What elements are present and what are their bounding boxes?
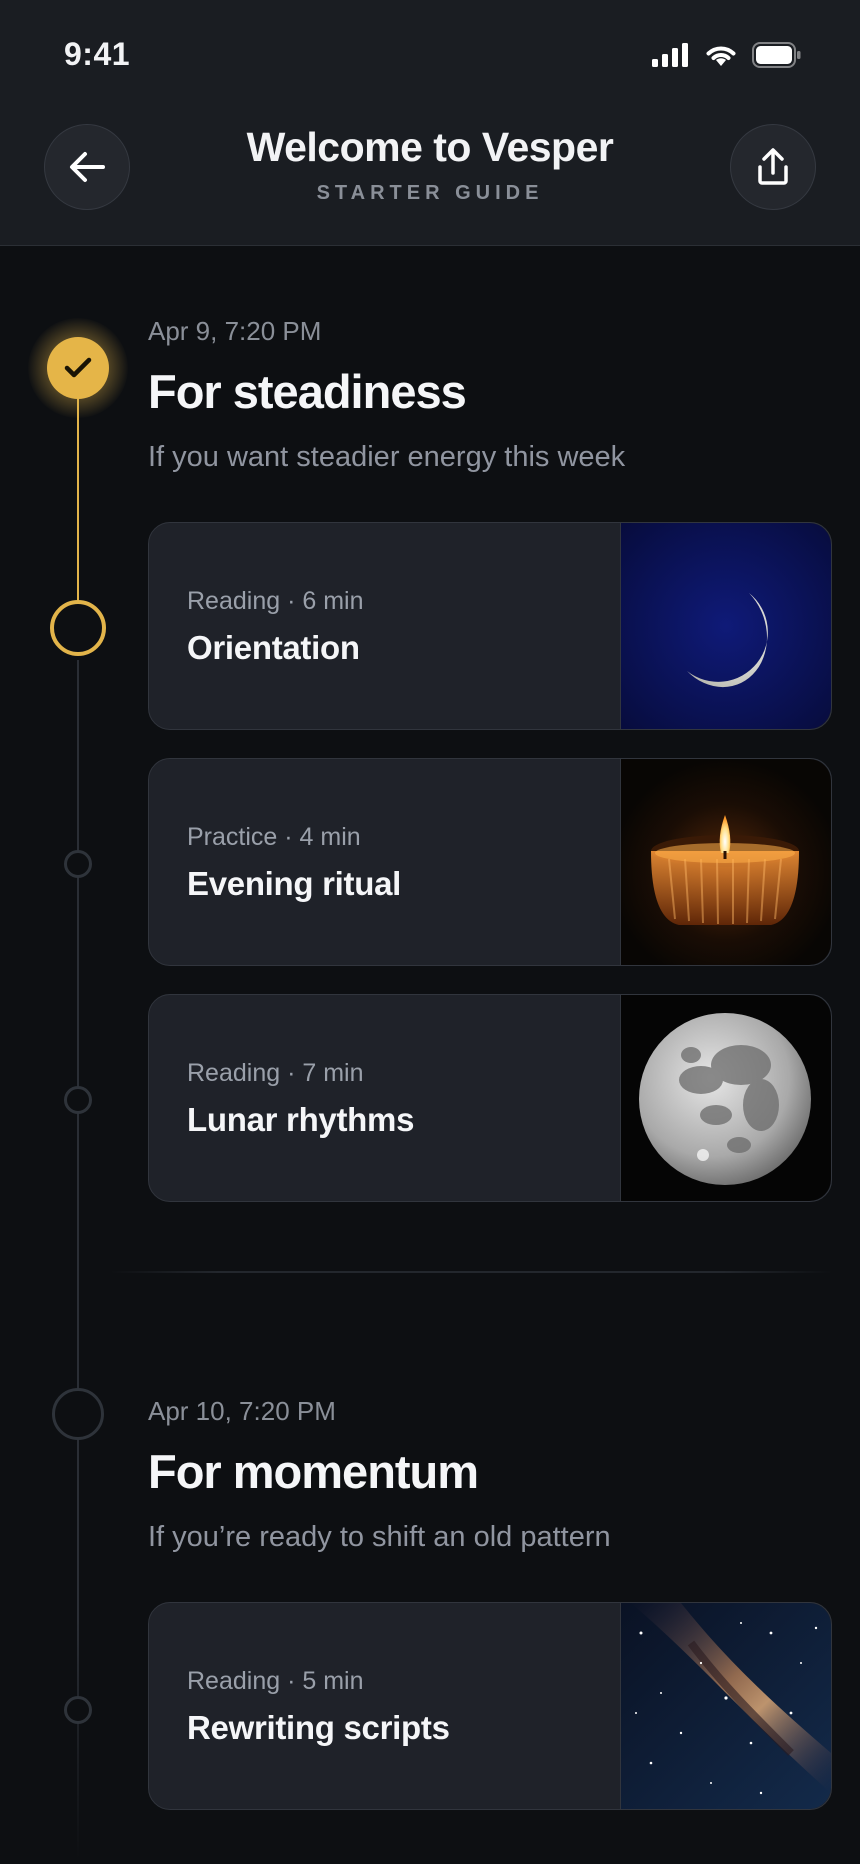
card-title: Orientation: [187, 629, 360, 666]
section-date: Apr 10, 7:20 PM: [148, 1396, 336, 1426]
section-description: If you’re ready to shift an old pattern: [148, 1521, 611, 1553]
step-node: [64, 850, 92, 878]
lesson-card-rewriting-scripts[interactable]: Reading · 5 min Rewriting scripts: [148, 1602, 832, 1810]
milky-way-thumbnail: [620, 1603, 831, 1809]
wifi-icon: [706, 46, 736, 66]
card-meta: Reading · 5 min: [187, 1667, 364, 1695]
section-title: For steadiness: [148, 365, 467, 418]
lesson-card-orientation[interactable]: Reading · 6 min Orientation: [148, 522, 832, 730]
status-icons: [652, 40, 802, 70]
step-node: [64, 1696, 92, 1724]
page-subtitle: STARTER GUIDE: [316, 182, 544, 204]
check-icon: [64, 357, 92, 378]
candle-thumbnail: [620, 759, 831, 965]
card-title: Lunar rhythms: [187, 1101, 415, 1138]
timeline-progress-line: [77, 390, 79, 626]
lesson-card-lunar-rhythms[interactable]: Reading · 7 min Lunar rhythms: [148, 994, 832, 1202]
status-bar: 9:41: [0, 0, 860, 110]
share-button[interactable]: [730, 124, 816, 210]
section-divider: [110, 1271, 832, 1273]
crescent-moon-thumbnail: [620, 523, 831, 729]
battery-icon: [752, 42, 801, 68]
section-title: For momentum: [148, 1445, 479, 1498]
section-date: Apr 9, 7:20 PM: [148, 316, 322, 346]
full-moon-thumbnail: [620, 995, 831, 1201]
signal-icon: [652, 43, 688, 67]
section-description: If you want steadier energy this week: [148, 441, 626, 473]
share-icon: [758, 148, 788, 185]
card-meta: Reading · 7 min: [187, 1059, 364, 1087]
step-node: [64, 1086, 92, 1114]
card-title: Rewriting scripts: [187, 1709, 450, 1746]
lesson-card-evening-ritual[interactable]: Practice · 4 min Evening ritual: [148, 758, 832, 966]
check-icon-badge: [47, 337, 109, 399]
card-meta: Reading · 6 min: [187, 587, 364, 615]
status-time: 9:41: [64, 36, 131, 72]
completed-step-node: [28, 318, 128, 418]
section-node: [52, 1388, 104, 1440]
header-bar: 9:41 Welcome to Vesper STARTER GUIDE: [0, 0, 860, 246]
current-step-node: [50, 600, 106, 656]
card-title: Evening ritual: [187, 865, 402, 902]
card-meta: Practice · 4 min: [187, 823, 361, 851]
timeline-line: [77, 660, 79, 1860]
